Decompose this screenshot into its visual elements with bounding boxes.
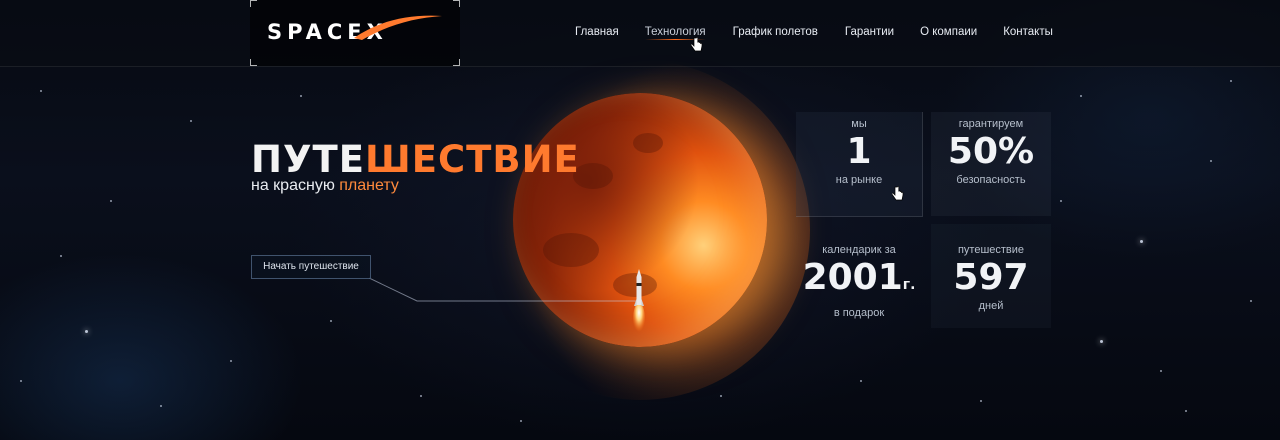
stat-caption: мы: [851, 118, 867, 130]
stat-value: 50%: [947, 131, 1035, 172]
logo-swoosh-icon: [354, 15, 442, 40]
start-journey-button[interactable]: Начать путешествие: [251, 255, 371, 279]
top-nav-bar: SPACEX Главная Технология График полетов…: [0, 0, 1280, 67]
nav-item-home[interactable]: Главная: [575, 26, 619, 38]
stat-value: 2001: [802, 257, 903, 298]
stat-value-suffix: г.: [902, 277, 916, 293]
hero-title: ПУТЕШЕСТВИЕ: [251, 140, 580, 180]
connector-line: [369, 277, 637, 302]
nav-item-contacts[interactable]: Контакты: [1003, 26, 1053, 38]
nav-item-guarantees[interactable]: Гарантии: [845, 26, 894, 38]
stat-subtitle: на рынке: [835, 174, 883, 186]
stat-safety: гарантируем 50% безопасность: [931, 118, 1051, 186]
hero-title-part-1: ПУТЕ: [251, 138, 366, 181]
main-nav: Главная Технология График полетов Гарант…: [575, 26, 1053, 40]
hero-title-part-2: ШЕСТВИЕ: [365, 138, 580, 181]
stat-value: 597: [953, 257, 1029, 298]
stat-subtitle: дней: [978, 300, 1004, 312]
hand-cursor-icon: [691, 37, 703, 52]
stat-subtitle: в подарок: [833, 307, 885, 319]
logo[interactable]: SPACEX: [250, 0, 460, 66]
hand-cursor-icon: [892, 186, 904, 201]
stat-market: мы 1 на рынке: [800, 118, 918, 186]
hero-subtitle-highlight: планету: [339, 177, 399, 194]
stat-caption: календарик за: [822, 244, 896, 256]
stat-caption: гарантируем: [958, 118, 1024, 130]
stat-caption: путешествие: [957, 244, 1025, 256]
nav-item-schedule[interactable]: График полетов: [733, 26, 818, 38]
stat-value: 1: [846, 131, 872, 172]
hero-subtitle-prefix: на красную: [251, 177, 340, 194]
stat-subtitle: безопасность: [956, 174, 1026, 186]
hero-subtitle: на красную планету: [251, 177, 399, 195]
rocket-icon: [633, 269, 645, 335]
stat-calendar: календарик за 2001г. в подарок: [796, 244, 922, 319]
stat-days: путешествие 597 дней: [931, 244, 1051, 312]
nav-item-about[interactable]: О компаии: [920, 26, 977, 38]
